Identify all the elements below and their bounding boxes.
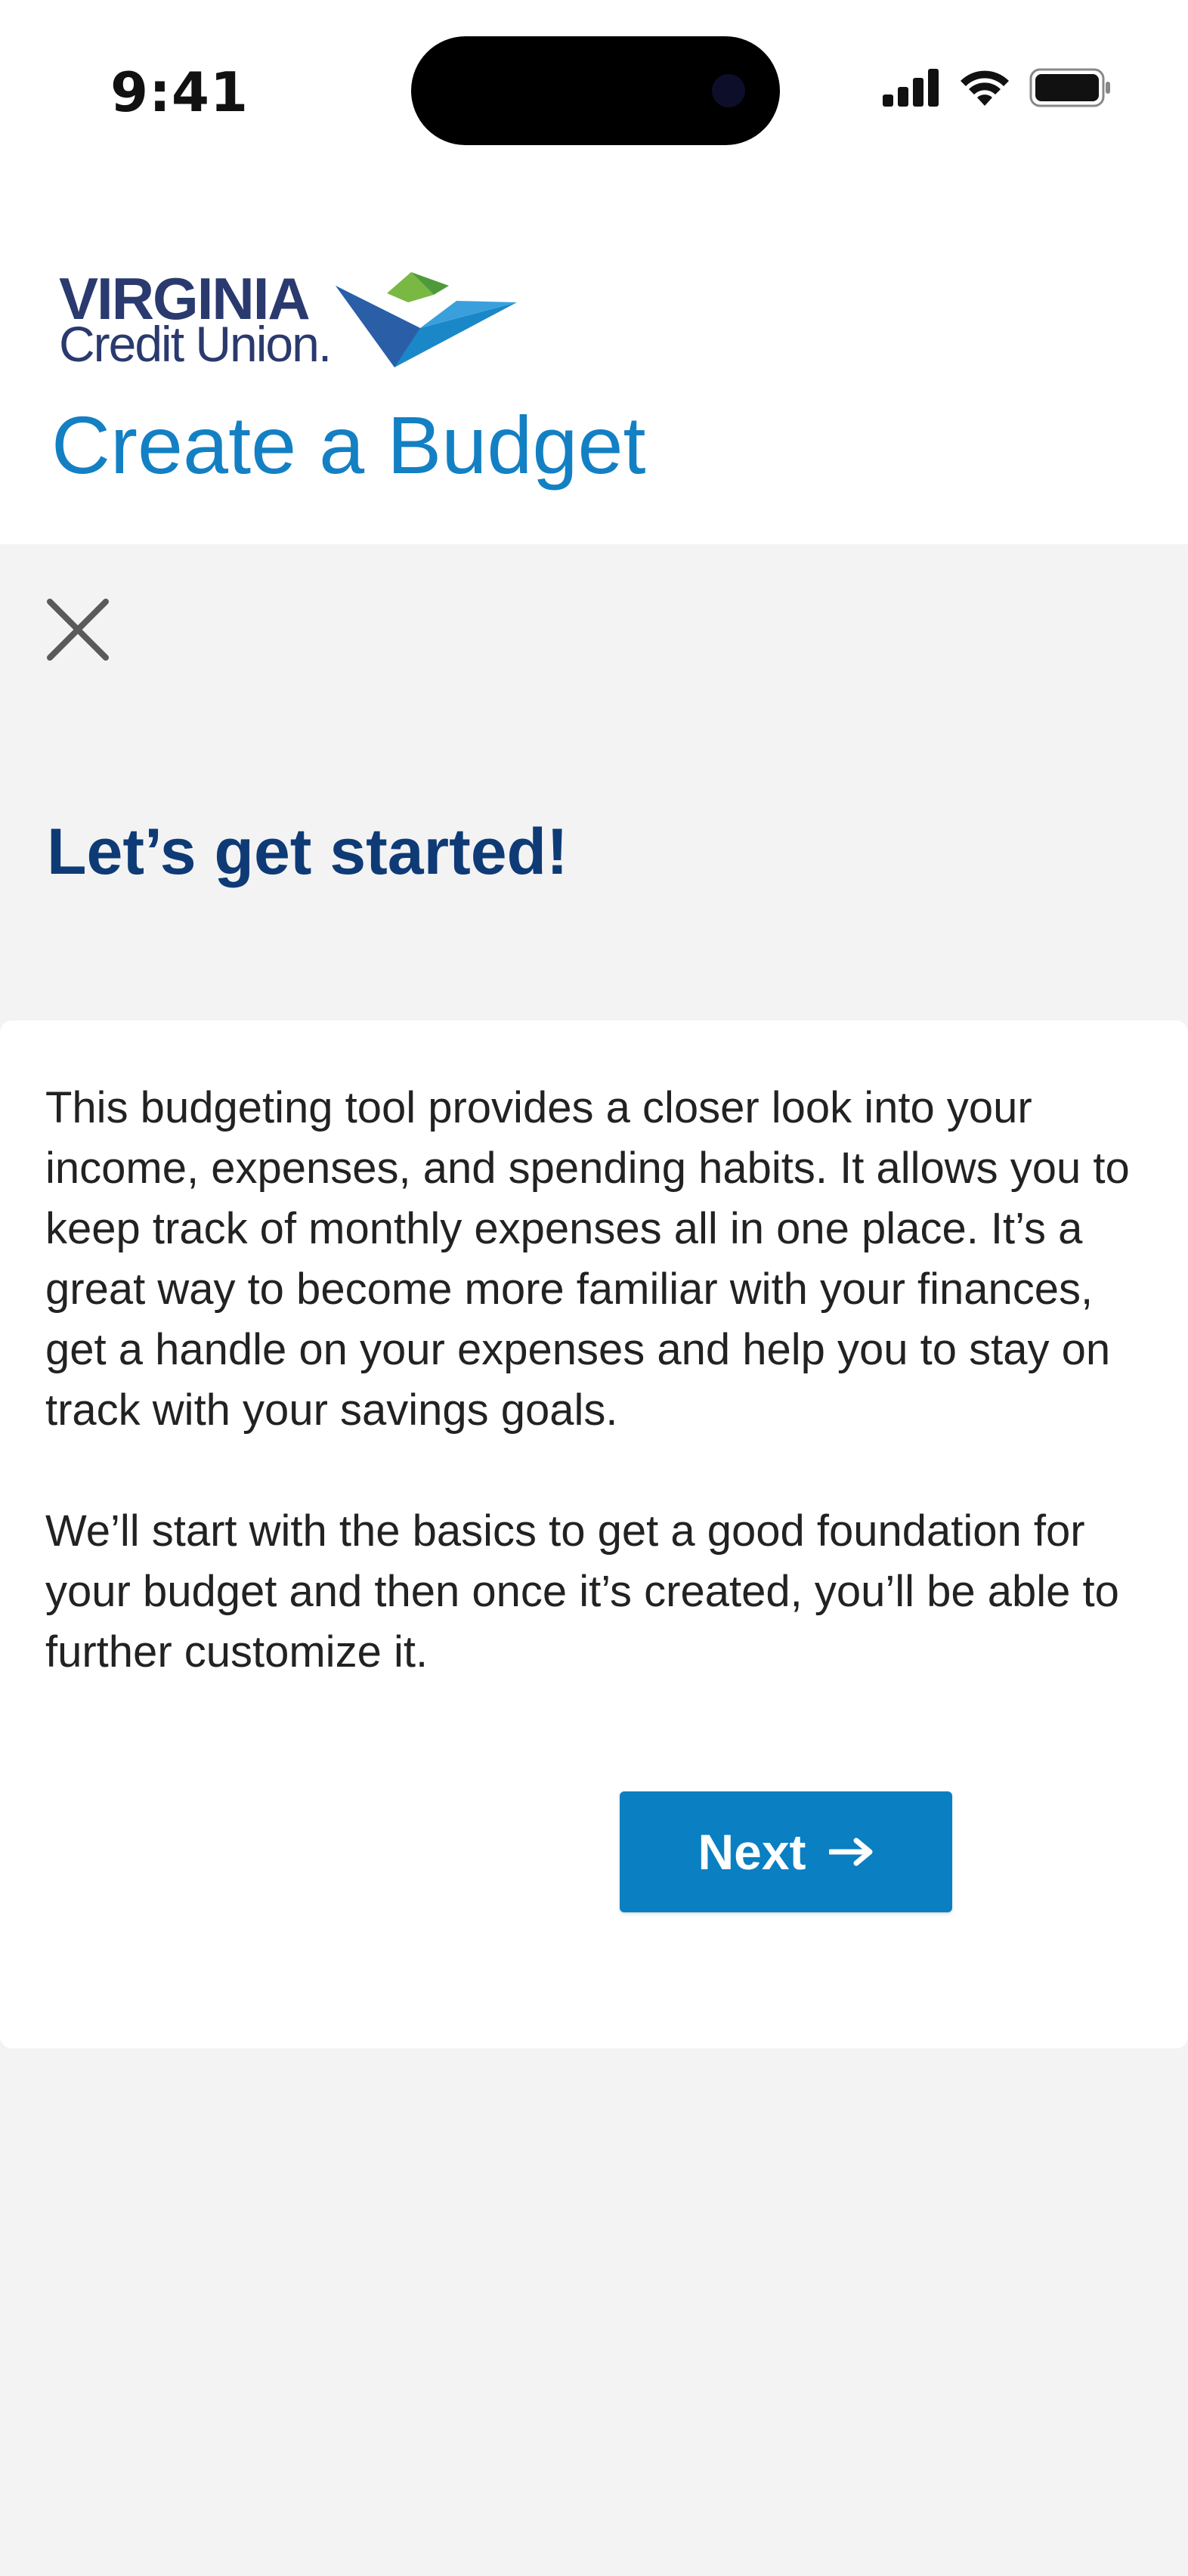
intro-paragraph-1: This budgeting tool provides a closer lo… (45, 1083, 1130, 1435)
page-title: Create a Budget (51, 399, 646, 491)
intro-paragraph-2: We’ll start with the basics to get a goo… (45, 1506, 1119, 1677)
logo-line-2: Credit Union. (59, 316, 332, 372)
welcome-headline: Let’s get started! (47, 816, 568, 888)
front-camera (712, 74, 745, 107)
close-button[interactable] (45, 597, 110, 662)
wifi-icon (961, 70, 1009, 106)
next-button[interactable]: Next (620, 1791, 952, 1912)
logo-mark-icon (336, 272, 517, 367)
intro-card: This budgeting tool provides a closer lo… (0, 1020, 1188, 2048)
cellular-signal-icon (883, 69, 939, 107)
virginia-credit-union-logo: VIRGINIA Credit Union. (56, 263, 524, 376)
close-icon (47, 599, 109, 661)
status-bar: 9:41 (0, 0, 1188, 166)
next-button-label: Next (698, 1824, 806, 1880)
status-icons (883, 68, 1112, 107)
dynamic-island (411, 36, 780, 145)
app-header: VIRGINIA Credit Union. Create a Budget (0, 166, 1188, 544)
battery-icon (1029, 68, 1110, 107)
arrow-right-icon (828, 1838, 873, 1866)
status-time: 9:41 (110, 60, 249, 124)
